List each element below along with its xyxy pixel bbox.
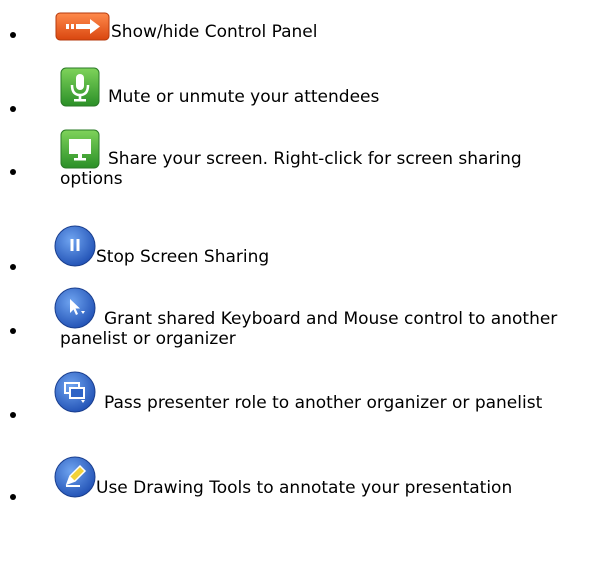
bullet: [10, 32, 16, 38]
pause-icon[interactable]: [54, 225, 96, 267]
list-item-content: Pass presenter role to another organizer…: [54, 371, 560, 413]
bullet: [10, 169, 16, 175]
item-label: Use Drawing Tools to annotate your prese…: [96, 478, 513, 498]
list-item-mute-unmute: Mute or unmute your attendees: [0, 67, 605, 113]
presenter-icon[interactable]: [54, 371, 96, 413]
list-item-drawing-tools: Use Drawing Tools to annotate your prese…: [0, 456, 605, 528]
item-label: Share your screen. Right-click for scree…: [60, 149, 522, 189]
item-label: Pass presenter role to another organizer…: [104, 393, 543, 413]
bullet: [10, 328, 16, 334]
item-label: Grant shared Keyboard and Mouse control …: [60, 309, 558, 349]
item-label: Mute or unmute your attendees: [108, 87, 380, 107]
control-panel-legend-list: Show/hide Control Panel Mute or unmute y…: [0, 0, 605, 583]
show-hide-panel-icon[interactable]: [55, 12, 111, 42]
list-item-stop-screen-sharing: Stop Screen Sharing: [0, 225, 605, 270]
list-item-content: Mute or unmute your attendees: [60, 67, 560, 107]
list-item-show-hide-control-panel: Show/hide Control Panel: [0, 12, 605, 42]
pencil-icon[interactable]: [54, 456, 96, 498]
list-item-content: Show/hide Control Panel: [55, 12, 560, 42]
list-item-grant-control: Grant shared Keyboard and Mouse control …: [0, 287, 605, 357]
item-label: Stop Screen Sharing: [96, 247, 270, 267]
microphone-icon[interactable]: [60, 67, 100, 107]
list-item-content: Grant shared Keyboard and Mouse control …: [54, 287, 560, 349]
screen-share-icon[interactable]: [60, 129, 100, 169]
bullet: [10, 106, 16, 112]
bullet: [10, 494, 16, 500]
list-item-content: Share your screen. Right-click for scree…: [60, 129, 560, 189]
list-item-pass-presenter: Pass presenter role to another organizer…: [0, 371, 605, 441]
bullet: [10, 412, 16, 418]
bullet: [10, 264, 16, 270]
list-item-content: Stop Screen Sharing: [54, 225, 560, 267]
mouse-pointer-icon[interactable]: [54, 287, 96, 329]
list-item-share-screen: Share your screen. Right-click for scree…: [0, 129, 605, 195]
item-label: Show/hide Control Panel: [111, 22, 318, 42]
list-item-content: Use Drawing Tools to annotate your prese…: [54, 456, 560, 498]
